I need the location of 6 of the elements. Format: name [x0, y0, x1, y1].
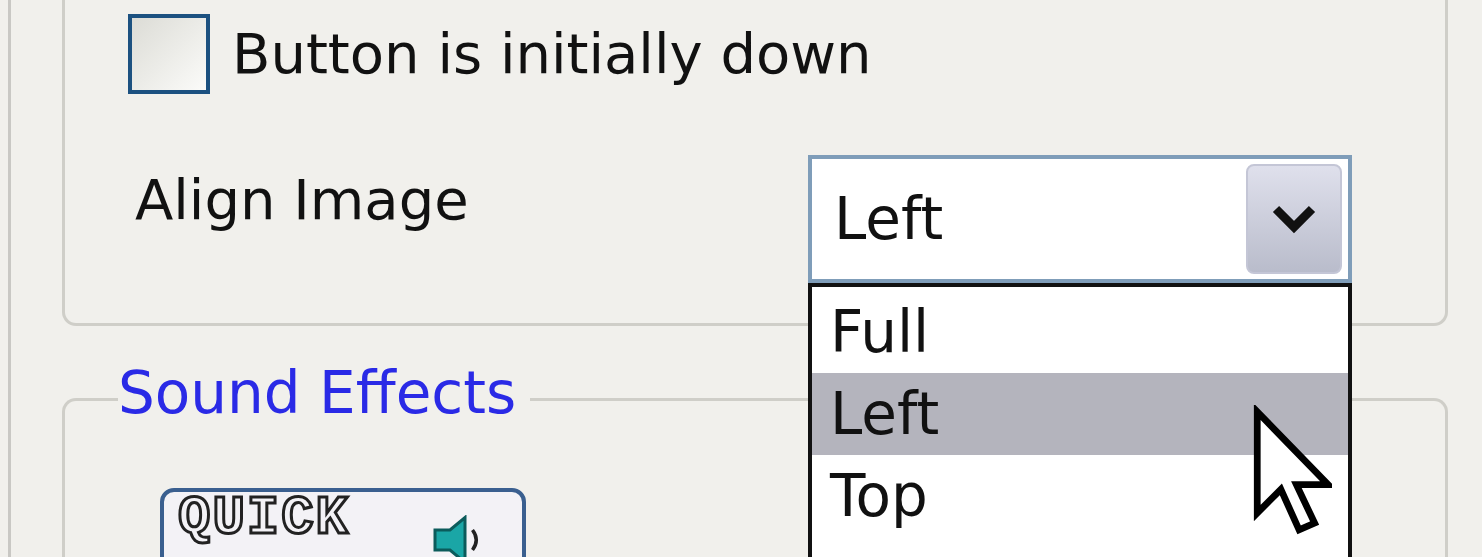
dropdown-option[interactable]: Left	[812, 373, 1348, 455]
image-button[interactable]: QUICK	[160, 488, 526, 557]
dropdown-option[interactable]: Top	[812, 455, 1348, 537]
align-image-dropdown[interactable]: Left	[808, 155, 1352, 283]
checkbox[interactable]	[128, 14, 210, 94]
dropdown-option[interactable]: Full	[812, 291, 1348, 373]
